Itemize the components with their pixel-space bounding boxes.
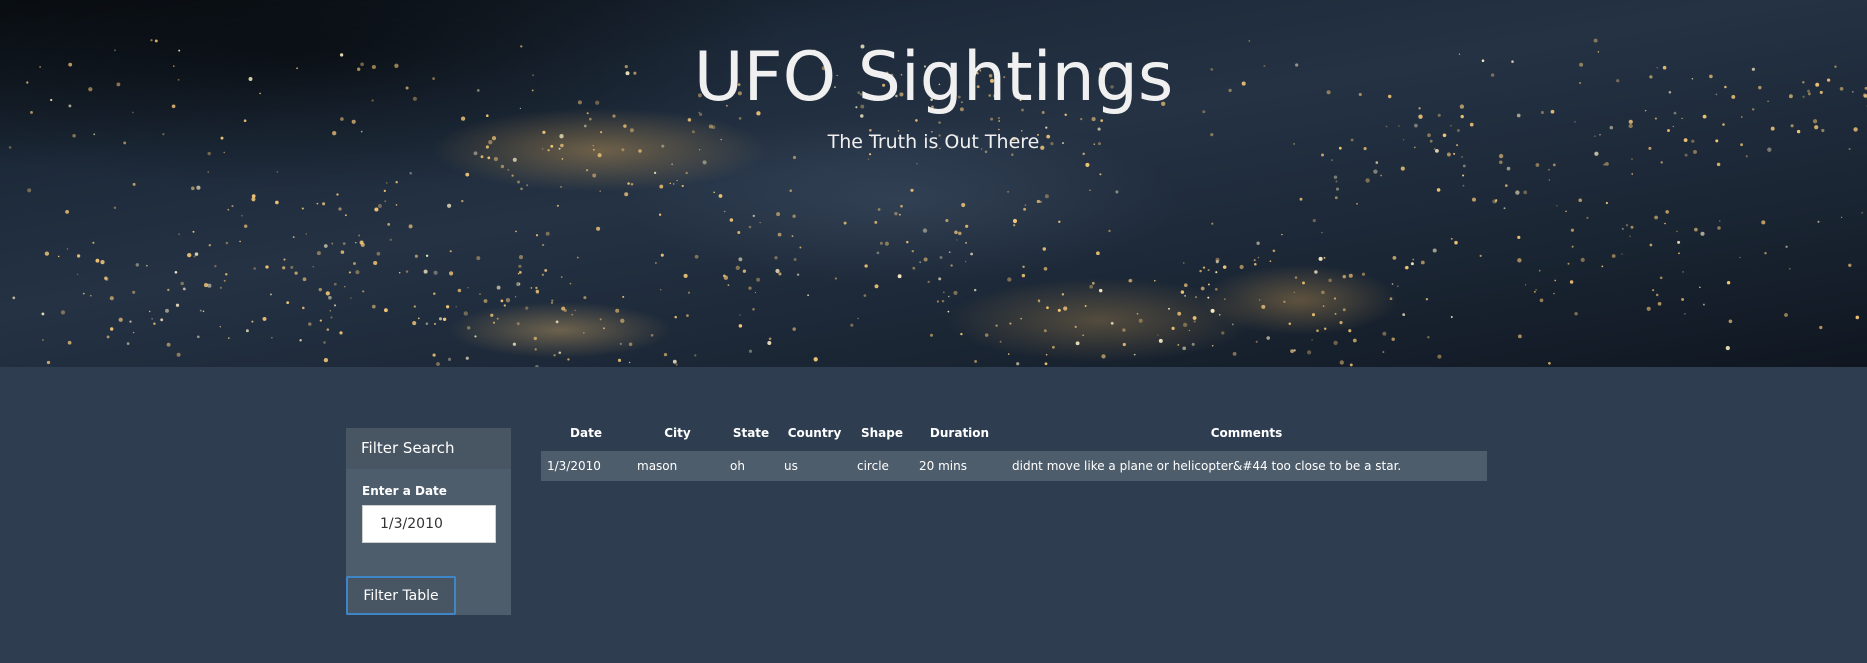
page-subtitle: The Truth is Out There: [827, 131, 1040, 153]
cell-duration: 20 mins: [913, 448, 1006, 481]
cell-state: oh: [724, 448, 778, 481]
ufo-table-container: Date City State Country Shape Duration C…: [541, 421, 1487, 481]
column-header-state: State: [732, 426, 770, 440]
column-header-city: City: [664, 426, 691, 440]
cell-city: mason: [631, 448, 724, 481]
hero-banner: UFO Sightings The Truth is Out There: [0, 0, 1867, 367]
cell-date: 1/3/2010: [541, 448, 631, 481]
cell-shape: circle: [851, 448, 913, 481]
date-field-label: Enter a Date: [362, 484, 447, 498]
filter-panel-heading: Filter Search: [346, 428, 511, 469]
filter-table-button[interactable]: Filter Table: [346, 576, 456, 615]
page-title: UFO Sightings: [693, 38, 1174, 117]
column-header-date: Date: [570, 426, 602, 440]
column-header-shape: Shape: [860, 426, 903, 440]
column-header-comments: Comments: [1210, 426, 1283, 440]
filter-panel: Filter Search Enter a Date Filter Table: [346, 428, 511, 615]
column-header-country: Country: [787, 426, 842, 440]
cell-comments: didnt move like a plane or helicopter&#4…: [1006, 448, 1487, 481]
table-header-row: Date City State Country Shape Duration C…: [541, 421, 1487, 448]
ufo-table: Date City State Country Shape Duration C…: [541, 421, 1487, 481]
cell-country: us: [778, 448, 851, 481]
table-row: 1/3/2010 mason oh us circle 20 mins didn…: [541, 448, 1487, 481]
column-header-duration: Duration: [929, 426, 990, 440]
date-input[interactable]: [362, 505, 496, 543]
